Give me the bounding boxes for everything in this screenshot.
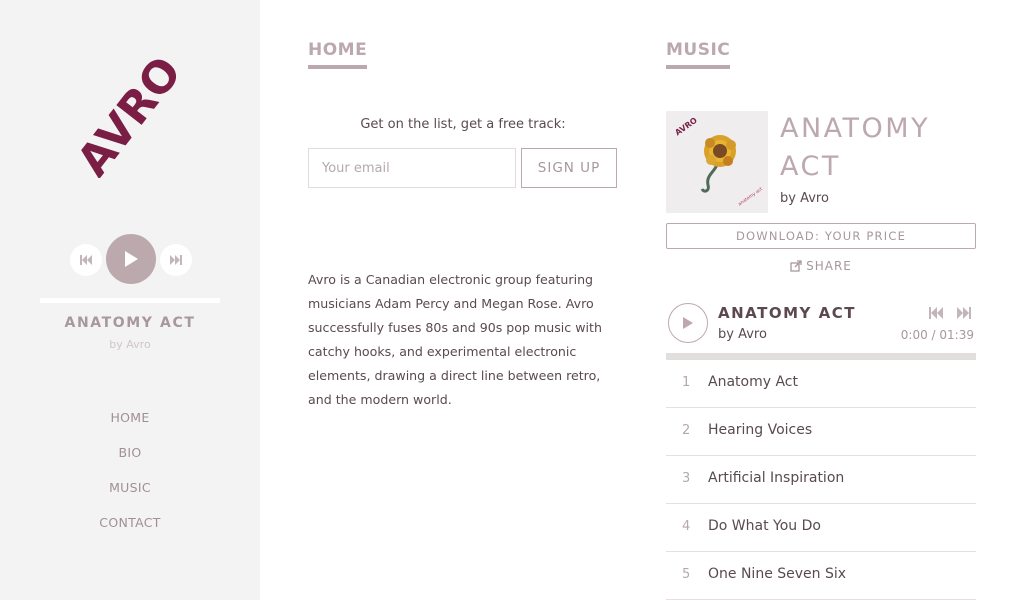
- skip-back-icon: [80, 255, 92, 265]
- track-number: 1: [682, 375, 691, 390]
- player-play-button[interactable]: [668, 303, 708, 343]
- music-player: ANATOMY ACT by Avro 0:00 / 01:39: [666, 300, 976, 360]
- share-button[interactable]: SHARE: [666, 259, 976, 275]
- player-previous-button[interactable]: [928, 305, 944, 324]
- track-row[interactable]: 5 One Nine Seven Six: [666, 552, 976, 600]
- home-heading: HOME: [308, 40, 368, 69]
- nav-item-contact[interactable]: CONTACT: [0, 515, 260, 550]
- play-icon: [125, 251, 138, 267]
- music-heading: MUSIC: [666, 40, 731, 69]
- signup-prompt: Get on the list, get a free track:: [360, 117, 566, 132]
- player-track-artist: by Avro: [718, 327, 767, 342]
- sidebar: AVRO ANATOMY ACT by Avro HOME BIO MUSIC …: [0, 0, 260, 600]
- next-track-button[interactable]: [160, 244, 192, 276]
- player-progress-bar[interactable]: [666, 353, 976, 360]
- album-artist: by Avro: [780, 191, 829, 206]
- play-button[interactable]: [106, 234, 156, 284]
- player-time: 0:00 / 01:39: [900, 328, 974, 342]
- track-name: Hearing Voices: [708, 422, 813, 438]
- main-nav: HOME BIO MUSIC CONTACT: [0, 410, 260, 550]
- email-field[interactable]: [308, 148, 516, 188]
- sidebar-track-title: ANATOMY ACT: [64, 315, 196, 331]
- skip-forward-icon: [957, 307, 971, 319]
- avro-logo[interactable]: AVRO: [68, 47, 192, 186]
- sign-up-button[interactable]: SIGN UP: [521, 148, 617, 188]
- track-name: Do What You Do: [708, 518, 821, 534]
- nav-item-music[interactable]: MUSIC: [0, 480, 260, 515]
- sidebar-progress-bar[interactable]: [40, 298, 220, 303]
- share-icon: [790, 260, 802, 275]
- play-icon: [683, 317, 693, 329]
- album-cover[interactable]: AVRO anatomy act: [666, 111, 768, 213]
- album-title: ANATOMY ACT: [780, 113, 931, 182]
- track-name: Artificial Inspiration: [708, 470, 845, 486]
- nav-item-bio[interactable]: BIO: [0, 445, 260, 480]
- skip-back-icon: [929, 307, 943, 319]
- track-row[interactable]: 3 Artificial Inspiration: [666, 456, 976, 504]
- sidebar-player-controls: [70, 234, 192, 284]
- track-number: 5: [682, 567, 691, 582]
- track-row[interactable]: 1 Anatomy Act: [666, 360, 976, 408]
- track-row[interactable]: 2 Hearing Voices: [666, 408, 976, 456]
- player-next-button[interactable]: [956, 305, 972, 324]
- player-track-title: ANATOMY ACT: [718, 304, 856, 322]
- bio-text: Avro is a Canadian electronic group feat…: [308, 272, 602, 407]
- track-list: 1 Anatomy Act 2 Hearing Voices 3 Artific…: [666, 360, 976, 600]
- sidebar-track-artist: by Avro: [109, 338, 151, 351]
- logo-text: AVRO: [74, 56, 186, 178]
- track-name: Anatomy Act: [708, 374, 798, 390]
- track-row[interactable]: 4 Do What You Do: [666, 504, 976, 552]
- track-number: 3: [682, 471, 691, 486]
- skip-forward-icon: [170, 255, 182, 265]
- track-name: One Nine Seven Six: [708, 566, 847, 582]
- nav-item-home[interactable]: HOME: [0, 410, 260, 445]
- track-number: 4: [682, 519, 691, 534]
- download-button[interactable]: DOWNLOAD: YOUR PRICE: [666, 223, 976, 249]
- previous-track-button[interactable]: [70, 244, 102, 276]
- share-label: SHARE: [806, 259, 852, 273]
- track-number: 2: [682, 423, 691, 438]
